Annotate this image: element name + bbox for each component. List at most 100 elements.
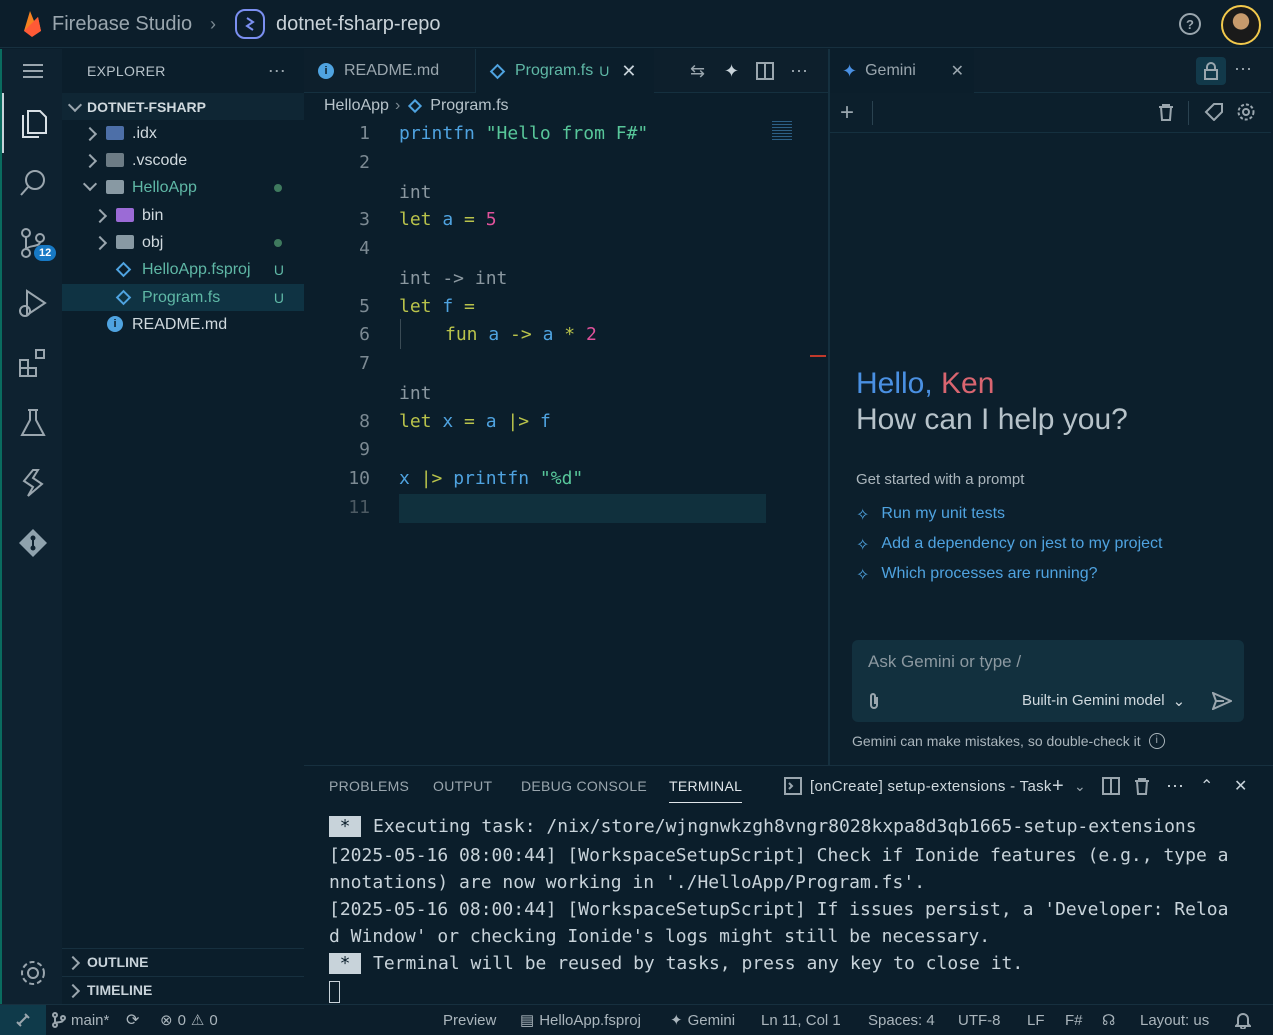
tab-program-fs[interactable]: Program.fs U ✕ bbox=[476, 49, 654, 93]
firebase-icon[interactable] bbox=[2, 453, 64, 513]
testing-icon[interactable] bbox=[2, 393, 64, 453]
sync-icon[interactable]: ⟳ bbox=[126, 1005, 139, 1035]
chevron-right-icon: › bbox=[394, 97, 401, 114]
compare-changes-icon[interactable]: ⇆ bbox=[690, 49, 705, 93]
warning-icon: ⚠ bbox=[190, 1012, 205, 1029]
repo-selector[interactable]: dotnet-fsharp-repo bbox=[234, 0, 441, 48]
tab-terminal[interactable]: TERMINAL bbox=[669, 769, 743, 803]
code-line: let f = bbox=[399, 296, 475, 317]
tree-item-program-fs[interactable]: Program.fs U bbox=[62, 284, 304, 311]
outline-section[interactable]: OUTLINE bbox=[62, 948, 304, 975]
new-chat-plus-icon[interactable]: + bbox=[840, 99, 854, 127]
run-debug-icon[interactable] bbox=[2, 273, 64, 333]
split-terminal-icon[interactable] bbox=[1102, 766, 1120, 806]
cursor-position[interactable]: Ln 11, Col 1 bbox=[761, 1005, 841, 1035]
settings-gear-icon[interactable] bbox=[2, 943, 64, 1003]
model-selector[interactable]: Built-in Gemini model ⌄ bbox=[1022, 692, 1185, 710]
tab-debug-console[interactable]: DEBUG CONSOLE bbox=[521, 766, 647, 806]
help-icon[interactable]: ? bbox=[1179, 13, 1201, 35]
project-indicator[interactable]: ▤ HelloApp.fsproj bbox=[520, 1005, 641, 1035]
minimap[interactable] bbox=[772, 121, 792, 141]
code-editor[interactable]: HelloApp › Program.fs 1 2 3 4 5 6 7 8 9 … bbox=[304, 93, 828, 765]
gemini-status[interactable]: ✦ Gemini bbox=[670, 1005, 735, 1035]
terminal-task-selector[interactable]: [onCreate] setup-extensions - Task bbox=[784, 766, 1052, 806]
send-icon[interactable] bbox=[1211, 691, 1234, 715]
tab-problems[interactable]: PROBLEMS bbox=[329, 766, 409, 806]
tree-item-label: obj bbox=[142, 233, 164, 251]
code-line: fun a -> a * 2 bbox=[445, 324, 597, 345]
git-icon[interactable] bbox=[2, 513, 64, 573]
settings-gear-icon[interactable] bbox=[1236, 102, 1256, 127]
branch-indicator[interactable]: main* bbox=[52, 1005, 109, 1035]
tree-item-fsproj[interactable]: HelloApp.fsproj U bbox=[62, 256, 304, 283]
tree-item-helloapp[interactable]: HelloApp bbox=[62, 174, 304, 201]
notifications-bell-icon[interactable] bbox=[1235, 1005, 1251, 1035]
breadcrumb-folder[interactable]: HelloApp bbox=[324, 97, 389, 115]
tree-item-bin[interactable]: bin bbox=[62, 202, 304, 229]
workspace-root[interactable]: DOTNET-FSHARP bbox=[62, 93, 304, 120]
timeline-section[interactable]: TIMELINE bbox=[62, 976, 304, 1003]
tree-item-vscode[interactable]: .vscode bbox=[62, 147, 304, 174]
search-icon[interactable] bbox=[2, 153, 64, 213]
gemini-sparkle-icon[interactable]: ✦ bbox=[724, 49, 739, 93]
avatar[interactable] bbox=[1221, 5, 1261, 45]
tree-item-idx[interactable]: .idx bbox=[62, 120, 304, 147]
remote-indicator-icon[interactable] bbox=[0, 1005, 46, 1035]
firebase-logo-icon bbox=[24, 11, 41, 37]
preview-button[interactable]: Preview bbox=[443, 1005, 496, 1035]
brand[interactable]: Firebase Studio bbox=[20, 0, 192, 48]
type-hint: int bbox=[399, 383, 432, 404]
breadcrumb-file[interactable]: Program.fs bbox=[430, 97, 508, 115]
sparkle-icon: ✧ bbox=[856, 537, 870, 554]
prompt-suggestion[interactable]: ✧ Add a dependency on jest to my project bbox=[856, 535, 1162, 555]
split-editor-icon[interactable] bbox=[756, 49, 774, 93]
info-icon[interactable]: i bbox=[1148, 733, 1165, 749]
tree-item-readme[interactable]: i README.md bbox=[62, 311, 304, 338]
tree-item-label: .vscode bbox=[132, 151, 188, 169]
source-control-icon[interactable]: 12 bbox=[2, 213, 64, 273]
chat-input[interactable]: Ask Gemini or type / bbox=[868, 652, 1021, 672]
attach-paperclip-icon[interactable] bbox=[868, 692, 880, 715]
end-of-line[interactable]: LF bbox=[1027, 1005, 1045, 1035]
more-actions-icon[interactable]: ⋯ bbox=[790, 49, 808, 93]
info-icon: i bbox=[107, 316, 123, 332]
problems-indicator[interactable]: ⊗ 0 ⚠ 0 bbox=[160, 1005, 218, 1035]
encoding[interactable]: UTF-8 bbox=[958, 1005, 1001, 1035]
more-actions-icon[interactable]: ⋯ bbox=[268, 61, 286, 82]
menu-icon[interactable] bbox=[2, 49, 64, 93]
editor-tab-bar: i README.md Program.fs U ✕ ⇆ ✦ ⋯ bbox=[304, 49, 828, 93]
tree-item-obj[interactable]: obj bbox=[62, 229, 304, 256]
tree-item-label: .idx bbox=[132, 124, 157, 142]
more-actions-icon[interactable]: ⋯ bbox=[1234, 59, 1252, 80]
close-icon[interactable]: ✕ bbox=[1234, 766, 1248, 806]
close-icon[interactable]: ✕ bbox=[951, 61, 964, 81]
trash-icon[interactable] bbox=[1134, 766, 1150, 806]
feedback-icon[interactable]: ☊ bbox=[1102, 1005, 1115, 1035]
fsharp-file-icon bbox=[115, 289, 132, 306]
terminal-cursor[interactable] bbox=[329, 981, 340, 1003]
more-actions-icon[interactable]: ⋯ bbox=[1166, 766, 1184, 806]
tab-output[interactable]: OUTPUT bbox=[433, 766, 492, 806]
tag-icon[interactable] bbox=[1204, 103, 1224, 126]
untracked-badge: U bbox=[273, 289, 284, 306]
explorer-sidebar: EXPLORER ⋯ DOTNET-FSHARP .idx .vscode He… bbox=[62, 49, 304, 1004]
prompt-suggestion[interactable]: ✧ Run my unit tests bbox=[856, 505, 1005, 525]
lock-icon[interactable] bbox=[1196, 57, 1226, 85]
trash-icon[interactable] bbox=[1158, 103, 1174, 126]
explorer-icon[interactable] bbox=[2, 93, 64, 153]
tab-gemini[interactable]: ✦ Gemini ✕ bbox=[830, 49, 974, 93]
keyboard-layout[interactable]: Layout: us bbox=[1140, 1005, 1209, 1035]
new-terminal-plus-icon[interactable]: + bbox=[1052, 766, 1064, 806]
close-icon[interactable]: ✕ bbox=[621, 61, 636, 82]
chevron-down-icon[interactable]: ⌄ bbox=[1074, 766, 1086, 806]
terminal-line: nnotations) are now working in './HelloA… bbox=[329, 872, 926, 893]
tab-readme[interactable]: i README.md bbox=[304, 49, 476, 93]
indentation[interactable]: Spaces: 4 bbox=[868, 1005, 935, 1035]
extensions-icon[interactable] bbox=[2, 333, 64, 393]
disclaimer: Gemini can make mistakes, so double-chec… bbox=[852, 733, 1165, 749]
language-mode[interactable]: F# bbox=[1065, 1005, 1083, 1035]
greeting-hello: Hello, bbox=[856, 367, 933, 400]
prompt-suggestion[interactable]: ✧ Which processes are running? bbox=[856, 565, 1098, 585]
maximize-chevron-up-icon[interactable]: ⌃ bbox=[1200, 766, 1214, 806]
explorer-title: EXPLORER bbox=[87, 63, 166, 79]
